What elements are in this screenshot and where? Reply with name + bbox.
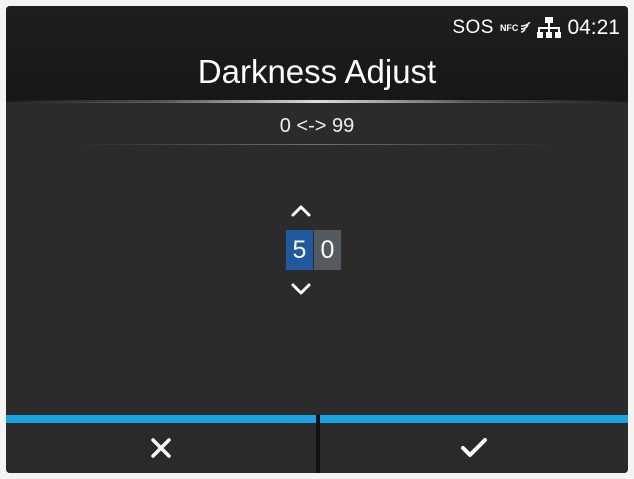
nfc-indicator: NFC <box>500 22 532 34</box>
darkness-stepper[interactable]: 5 0 <box>276 204 356 304</box>
chevron-up-icon[interactable] <box>290 204 312 218</box>
sos-indicator: SOS <box>452 17 494 38</box>
nfc-wave-icon <box>521 22 531 33</box>
nfc-label: NFC <box>499 22 519 33</box>
printer-display-screen: SOS NFC 04:21 Darkness Adjust 0 <-> 99 5… <box>6 6 628 473</box>
chevron-down-icon[interactable] <box>290 282 312 296</box>
range-divider <box>76 144 556 145</box>
digit-ones[interactable]: 0 <box>314 230 341 270</box>
page-title: Darkness Adjust <box>197 53 437 90</box>
header-divider <box>6 100 628 103</box>
network-icon <box>537 17 562 38</box>
soft-key-bar <box>6 415 628 473</box>
cancel-button[interactable] <box>6 415 316 473</box>
digit-tens[interactable]: 5 <box>286 230 313 270</box>
range-label: 0 <-> 99 <box>279 115 355 137</box>
clock: 04:21 <box>567 16 620 39</box>
status-bar: SOS NFC 04:21 <box>452 16 620 40</box>
checkmark-icon <box>461 438 487 457</box>
close-icon <box>151 438 171 458</box>
header: SOS NFC 04:21 Darkness Adjust <box>6 6 628 103</box>
confirm-button[interactable] <box>320 415 628 473</box>
